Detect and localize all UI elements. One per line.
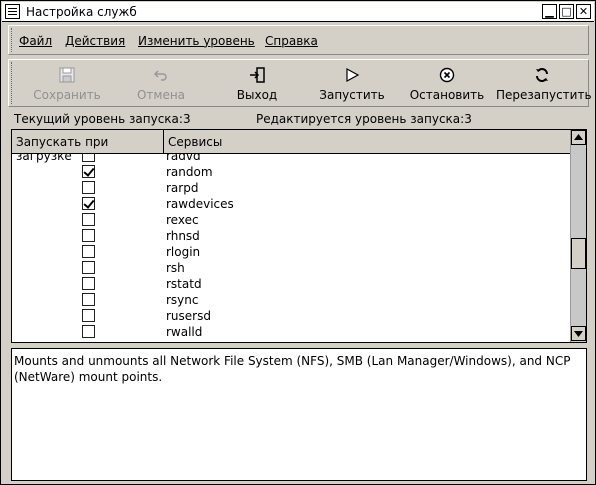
stop-circle-icon [438, 66, 456, 84]
start-on-boot-checkbox[interactable] [82, 293, 95, 306]
menubar-grip[interactable] [11, 28, 14, 52]
table-row[interactable]: rarpd [12, 180, 570, 196]
table-row[interactable]: rhnsd [12, 228, 570, 244]
start-on-boot-checkbox[interactable] [82, 154, 95, 162]
vertical-scrollbar[interactable] [570, 130, 586, 342]
start-on-boot-checkbox[interactable] [82, 309, 95, 322]
window-title: Настройка служб [26, 5, 137, 19]
service-name: radvd [166, 154, 201, 163]
start-on-boot-checkbox[interactable] [82, 181, 95, 194]
table-row[interactable]: rawdevices [12, 196, 570, 212]
service-name: rsh [166, 261, 185, 275]
exit-button[interactable]: Выход [217, 64, 297, 104]
table-row[interactable]: rsync [12, 292, 570, 308]
exit-door-icon [248, 66, 266, 84]
toolbar: Сохранить Отмена Выход Запустить Останов [8, 59, 592, 107]
service-name: rusersd [166, 309, 211, 323]
window-menu-icon[interactable] [5, 4, 20, 19]
play-icon [343, 66, 361, 84]
services-list: Запускать при загрузке Сервисы radvd ran… [11, 129, 587, 343]
service-description: Mounts and unmounts all Network File Sys… [11, 348, 587, 481]
editing-runlevel-label: Редактируется уровень запуска:3 [256, 112, 472, 126]
service-name: rarpd [166, 181, 199, 195]
services-rows: radvd random rarpd rawdevices rexec rhns… [12, 154, 570, 342]
scroll-up-arrow-icon[interactable] [571, 130, 586, 145]
toolbar-grip[interactable] [11, 62, 14, 104]
service-name: rstatd [166, 277, 202, 291]
stop-button[interactable]: Остановить [407, 64, 487, 104]
menu-change-level[interactable]: Изменить уровень [138, 34, 255, 48]
undo-icon [152, 66, 170, 84]
restart-button[interactable]: Перезапустить [496, 64, 592, 104]
table-row[interactable]: radvd [12, 154, 570, 164]
current-runlevel-label: Текущий уровень запуска:3 [14, 112, 191, 126]
table-row[interactable]: rlogin [12, 244, 570, 260]
service-name: rsync [166, 293, 199, 307]
close-button[interactable]: ✕ [576, 4, 591, 19]
start-on-boot-checkbox[interactable] [82, 261, 95, 274]
start-on-boot-checkbox[interactable] [82, 245, 95, 258]
table-row[interactable]: rexec [12, 212, 570, 228]
table-row[interactable]: rsh [12, 260, 570, 276]
menu-actions[interactable]: Действия [65, 34, 125, 48]
start-on-boot-checkbox[interactable] [82, 197, 95, 210]
refresh-icon [533, 66, 551, 84]
floppy-disk-icon [58, 66, 76, 84]
menu-file[interactable]: Файл [19, 34, 52, 48]
menu-bar: Файл Действия Изменить уровень Справка [8, 25, 589, 55]
title-bar[interactable]: Настройка служб ▁ □ ✕ [2, 2, 594, 22]
table-row[interactable]: random [12, 164, 570, 180]
start-on-boot-checkbox[interactable] [82, 165, 95, 178]
service-configuration-window: Настройка служб ▁ □ ✕ Файл Действия Изме… [0, 0, 596, 485]
table-row[interactable]: rstatd [12, 276, 570, 292]
maximize-button[interactable]: □ [559, 4, 574, 19]
scroll-down-arrow-icon[interactable] [571, 326, 586, 341]
service-name: rwalld [166, 325, 203, 339]
minimize-button[interactable]: ▁ [542, 4, 557, 19]
service-name: rhnsd [166, 229, 200, 243]
start-on-boot-checkbox[interactable] [82, 325, 95, 338]
menu-help[interactable]: Справка [265, 34, 318, 48]
start-on-boot-checkbox[interactable] [82, 213, 95, 226]
service-name: rexec [166, 213, 199, 227]
column-header-services[interactable]: Сервисы [164, 130, 570, 154]
save-button[interactable]: Сохранить [27, 64, 107, 104]
start-on-boot-checkbox[interactable] [82, 229, 95, 242]
service-name: rlogin [166, 245, 201, 259]
service-name: random [166, 165, 213, 179]
service-name: rawdevices [166, 197, 234, 211]
column-header-start-on-boot[interactable]: Запускать при загрузке [12, 130, 164, 163]
table-row[interactable]: rusersd [12, 308, 570, 324]
cancel-button[interactable]: Отмена [121, 64, 201, 104]
start-on-boot-checkbox[interactable] [82, 277, 95, 290]
table-row[interactable]: rwalld [12, 324, 570, 340]
scrollbar-thumb[interactable] [571, 238, 586, 269]
start-button[interactable]: Запустить [312, 64, 392, 104]
